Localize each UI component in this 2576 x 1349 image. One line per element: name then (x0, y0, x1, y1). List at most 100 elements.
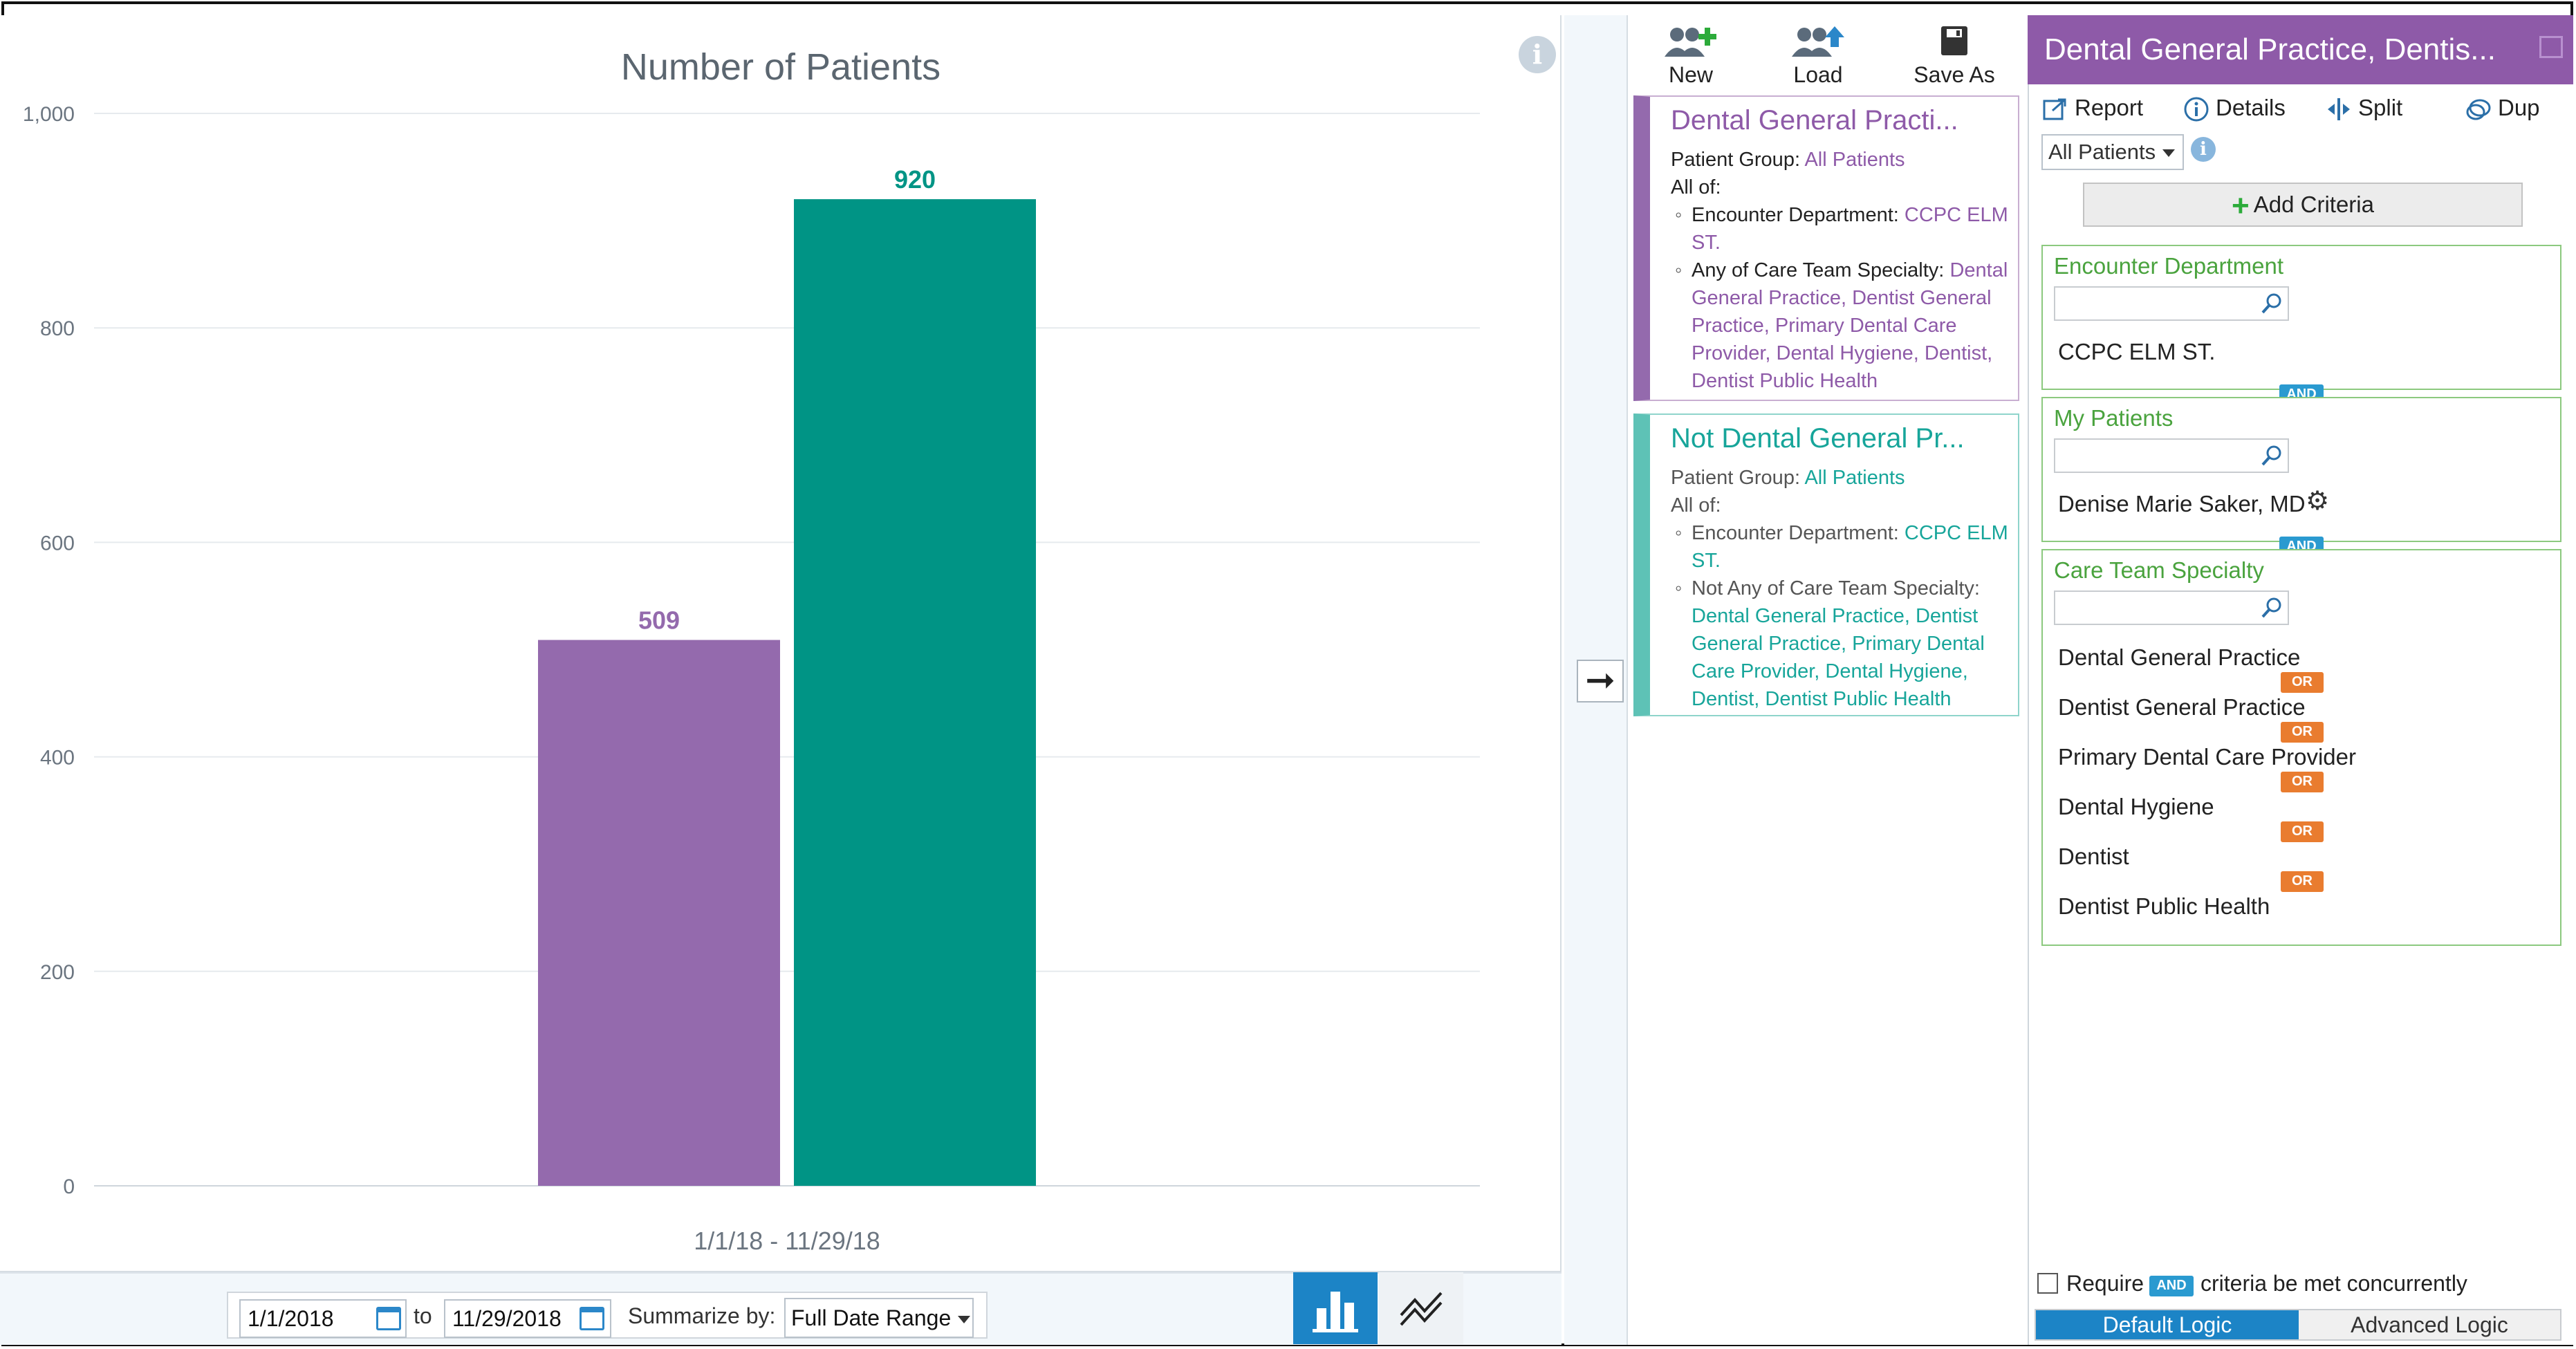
bar[interactable] (538, 640, 780, 1186)
search-icon[interactable] (2260, 596, 2283, 620)
group-card-not-dental[interactable]: Not Dental General Pr... Patient Group: … (1633, 413, 2019, 716)
details-info-icon (2184, 97, 2209, 122)
search-icon[interactable] (2260, 444, 2283, 467)
list-item: Encounter Department: CCPC ELM ST. (1671, 519, 2010, 575)
chart-panel: Number of Patients i 0 200 400 600 800 1,000 5… (0, 15, 1562, 1272)
criterion-value[interactable]: Dental Hygiene (2058, 794, 2214, 820)
group-header-title[interactable]: Dental General Practice, Dentis... (2028, 15, 2573, 84)
split-button[interactable]: Split (2325, 93, 2402, 123)
bar[interactable] (794, 199, 1036, 1187)
group-title[interactable]: Dental General Practi... (1671, 105, 2010, 136)
or-badge: OR (2281, 772, 2324, 792)
y-tick-label: 1,000 (23, 103, 75, 126)
tab-default-logic[interactable]: Default Logic (2036, 1310, 2299, 1339)
save-as-label: Save As (1914, 62, 1995, 87)
criterion-title: Care Team Specialty (2054, 557, 2264, 583)
all-of-label: All of: (1671, 176, 1721, 198)
patient-group-value[interactable]: All Patients (1804, 149, 1905, 171)
calendar-icon[interactable] (376, 1307, 401, 1330)
criteria-label: Encounter Department: (1692, 522, 1899, 544)
or-badge: OR (2281, 672, 2324, 693)
gear-icon[interactable]: ⚙ (2306, 485, 2329, 517)
or-badge: OR (2281, 722, 2324, 743)
bar-chart: 0 200 400 600 800 1,000 509 920 1/1/18 - 11/29/1… (23, 103, 1480, 1255)
list-item: Any of Care Team Specialty: Dental Gener… (1671, 257, 2010, 395)
y-tick-label: 0 (63, 1175, 75, 1198)
x-tick-label: 1/1/18 - 11/29/18 (694, 1227, 880, 1255)
criteria-list: Encounter Department: CCPC ELM ST. Not A… (1671, 519, 2010, 713)
y-tick-label: 200 (40, 961, 75, 984)
split-label: Split (2358, 95, 2403, 120)
or-badge: OR (2281, 821, 2324, 842)
data-label: 920 (894, 165, 936, 194)
group-card-dental[interactable]: Dental General Practi... Patient Group: … (1633, 95, 2019, 401)
chevron-down-icon (958, 1316, 971, 1324)
criterion-search-input[interactable] (2054, 590, 2289, 625)
tab-advanced-logic[interactable]: Advanced Logic (2299, 1310, 2560, 1339)
criterion-value[interactable]: Denise Marie Saker, MD (2058, 491, 2306, 517)
or-badge: OR (2281, 871, 2324, 892)
and-badge: AND (2149, 1276, 2194, 1296)
criteria-list: Encounter Department: CCPC ELM ST. Any o… (1671, 201, 2010, 395)
dup-button[interactable]: Dup (2465, 93, 2540, 123)
patients-filter-value: All Patients (2048, 140, 2156, 164)
criterion-value[interactable]: Dental General Practice (2058, 644, 2300, 671)
duplicate-icon (2466, 99, 2491, 120)
info-icon[interactable]: i (2191, 137, 2216, 162)
arrow-right-icon[interactable]: ➞ (1577, 660, 1624, 703)
criterion-value[interactable]: Dentist (2058, 844, 2129, 870)
y-tick-label: 400 (40, 747, 75, 770)
window-corner-icon[interactable] (2539, 36, 2563, 58)
split-icon (2328, 98, 2350, 121)
line-view-button[interactable] (1379, 1272, 1463, 1344)
criterion-my-patients: My Patients Denise Marie Saker, MD (2041, 397, 2561, 542)
patient-group-value[interactable]: All Patients (1804, 467, 1905, 489)
calendar-icon[interactable] (580, 1307, 604, 1330)
criterion-title: My Patients (2054, 405, 2174, 431)
report-button[interactable]: Report (2041, 93, 2143, 123)
criterion-search-input[interactable] (2054, 438, 2289, 473)
data-label: 509 (638, 606, 680, 635)
logic-tabs: Default Logic Advanced Logic (2035, 1309, 2561, 1341)
patients-filter-select[interactable]: All Patients (2041, 134, 2184, 170)
details-button[interactable]: Details (2183, 93, 2286, 123)
y-tick-label: 600 (40, 532, 75, 555)
save-icon (1941, 26, 1967, 55)
load-group-icon (1792, 26, 1844, 57)
search-icon[interactable] (2260, 292, 2283, 315)
summarize-value: Full Date Range (791, 1305, 952, 1330)
dup-label: Dup (2498, 95, 2540, 120)
all-of-label: All of: (1671, 494, 1721, 517)
group-title[interactable]: Not Dental General Pr... (1671, 423, 2010, 454)
require-label: Require (2066, 1271, 2144, 1296)
criterion-value[interactable]: CCPC ELM ST. (2058, 339, 2215, 365)
patient-group-line: Patient Group: All Patients (1671, 146, 2010, 174)
load-button[interactable]: Load (1780, 24, 1856, 87)
criteria-value[interactable]: Dental General Practice, Dentist General… (1692, 605, 1985, 710)
bar-chart-icon (1313, 1292, 1358, 1332)
details-label: Details (2216, 95, 2286, 120)
bar-view-button[interactable] (1293, 1272, 1378, 1344)
criterion-value[interactable]: Dentist Public Health (2058, 893, 2270, 920)
criterion-value[interactable]: Primary Dental Care Provider (2058, 744, 2356, 770)
criteria-label: Not Any of Care Team Specialty: (1692, 577, 1980, 599)
criterion-title: Encounter Department (2054, 253, 2284, 279)
new-button[interactable]: New (1653, 24, 1729, 87)
concurrent-label: criteria be met concurrently (2200, 1271, 2467, 1296)
save-as-button[interactable]: Save As (1909, 24, 2000, 87)
report-export-icon (2043, 98, 2066, 120)
criterion-value[interactable]: Dentist General Practice (2058, 694, 2306, 720)
summarize-select[interactable]: Full Date Range (784, 1298, 974, 1338)
add-criteria-label: Add Criteria (2253, 192, 2374, 217)
criteria-label: Encounter Department: (1692, 204, 1899, 226)
criterion-search-input[interactable] (2054, 286, 2289, 321)
y-tick-label: 800 (40, 317, 75, 340)
patient-group-line: Patient Group: All Patients (1671, 464, 2010, 492)
patient-group-label: Patient Group: (1671, 149, 1800, 171)
chevron-down-icon (2162, 149, 2176, 158)
new-label: New (1668, 62, 1713, 87)
add-criteria-button[interactable]: + Add Criteria (2083, 183, 2523, 227)
require-concurrent-checkbox[interactable] (2037, 1273, 2058, 1294)
plus-icon: + (2232, 189, 2250, 223)
new-group-icon (1665, 28, 1716, 57)
